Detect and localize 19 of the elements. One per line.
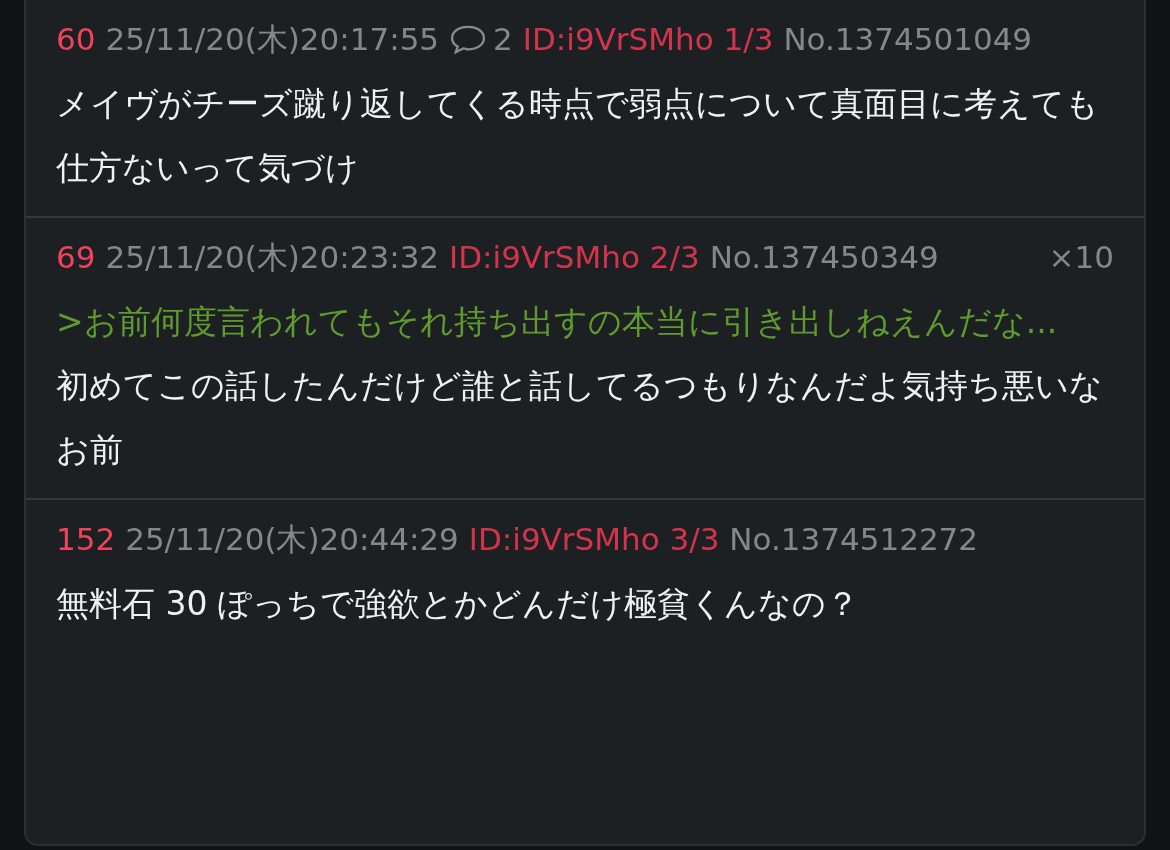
post-date: 25/11/20(木)20:44:29 xyxy=(125,520,459,559)
reply-count[interactable]: 2 xyxy=(493,14,513,64)
post-number[interactable]: 60 xyxy=(56,14,96,64)
post-id[interactable]: No.137450349 xyxy=(709,232,939,282)
post-number[interactable]: 69 xyxy=(56,232,96,282)
post-text: 無料石 30 ぽっちで強欲とかどんだけ極貧くんなの？ xyxy=(56,583,860,625)
post-number[interactable]: 152 xyxy=(56,514,116,564)
poster-id[interactable]: ID:i9VrSMho 3/3 xyxy=(468,514,720,564)
speech-bubble-icon xyxy=(449,24,488,54)
poster-id[interactable]: ID:i9VrSMho 2/3 xyxy=(449,232,700,282)
quoted-text: >お前何度言われてもそれ持ち出すの本当に引き出しねえんだな... xyxy=(56,301,1059,343)
post-date: 25/11/20(木)20:23:32 xyxy=(105,238,440,277)
poster-id[interactable]: ID:i9VrSMho 1/3 xyxy=(522,14,774,64)
close-count[interactable]: ×10 xyxy=(1048,232,1114,282)
post-text: メイヴがチーズ蹴り返してくる時点で弱点について真面目に考えても仕方ないって気づけ xyxy=(56,83,1100,189)
post-date: 25/11/20(木)20:17:55 xyxy=(105,20,440,59)
post-id[interactable]: No.1374501049 xyxy=(783,14,1033,64)
post-text: 初めてこの話したんだけど誰と話してるつもりなんだよ気持ち悪いなお前 xyxy=(56,365,1104,471)
post-id[interactable]: No.1374512272 xyxy=(729,514,979,564)
